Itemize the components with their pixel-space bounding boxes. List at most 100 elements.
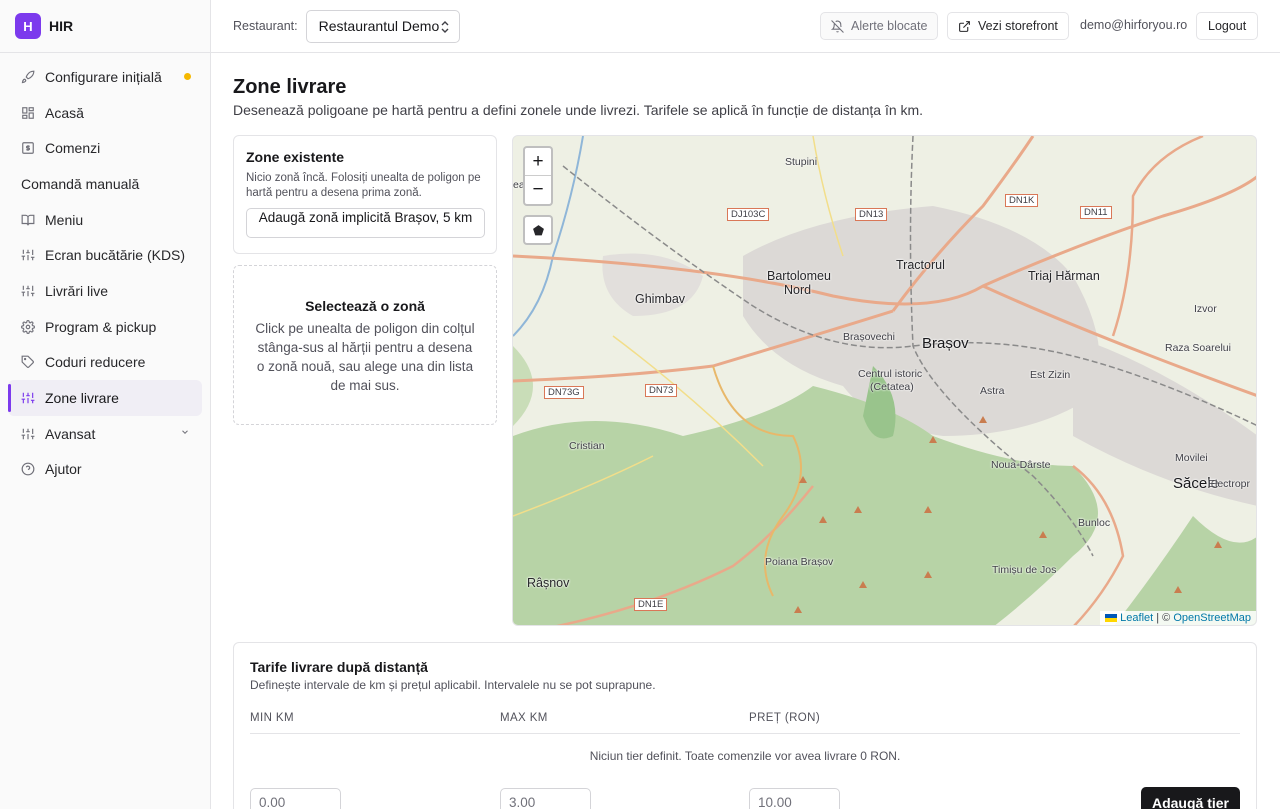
polygon-icon (532, 224, 544, 235)
map-label-cristian: Cristian (569, 440, 605, 452)
bell-off-icon (831, 19, 844, 33)
restaurant-select[interactable]: Restaurantul Demo (305, 9, 460, 43)
delivery-map[interactable]: Stupini Tractorul Bartolomeu Nord Triaj … (512, 135, 1257, 626)
attribution-separator: | © (1156, 612, 1171, 624)
sidebar-item-zone-livrare[interactable]: Zone livrare (8, 380, 202, 416)
map-label-movilei: Movilei (1175, 452, 1208, 464)
sidebar-item-program[interactable]: Program & pickup (8, 309, 202, 345)
map-label-brasov: Brașov (922, 335, 969, 352)
sidebar-item-configurare[interactable]: Configurare inițială (8, 59, 202, 95)
map-zoom-control: + − (523, 146, 553, 206)
ukraine-flag-icon (1105, 614, 1118, 623)
sidebar-item-coduri[interactable]: Coduri reducere (8, 345, 202, 381)
map-label-poiana-brasov: Poiana Brașov (765, 556, 834, 568)
brand: H HIR (0, 0, 210, 53)
sidebar-item-label: Meniu (45, 211, 84, 228)
restaurant-label: Restaurant: (233, 19, 298, 33)
map-label-nord: Nord (784, 283, 812, 297)
map-label-astra: Astra (980, 385, 1005, 397)
storefront-button[interactable]: Vezi storefront (947, 12, 1069, 40)
chevron-down-icon[interactable] (180, 427, 190, 440)
existing-zones-title: Zone existente (246, 149, 345, 165)
sidebar-item-kds[interactable]: Ecran bucătărie (KDS) (8, 237, 202, 273)
alerts-blocked-button[interactable]: Alerte blocate (820, 12, 939, 40)
map-label-bartolomeu: Bartolomeu (767, 269, 831, 283)
sidebar-item-label: Livrări live (45, 282, 109, 299)
map-label-centrul-istoric: Centrul istoric (858, 368, 923, 380)
logout-button[interactable]: Logout (1196, 12, 1259, 40)
sliders-icon (21, 427, 35, 441)
zoom-in-button[interactable]: + (525, 148, 551, 176)
sidebar-item-label: Acasă (45, 104, 84, 121)
min-km-input[interactable]: 0.00 (250, 788, 341, 809)
sliders-icon (21, 248, 35, 262)
map-label-stupini: Stupini (785, 156, 818, 168)
tariffs-table-header: MIN KM MAX KM PREȚ (RON) (250, 712, 1240, 734)
grid-icon (21, 106, 35, 120)
sidebar-item-comenzi[interactable]: Comenzi (8, 130, 202, 166)
restaurant-select-value: Restaurantul Demo (318, 18, 440, 34)
existing-zones-card: Zone existente Nicio zonă încă. Folosiți… (233, 135, 497, 254)
sliders-icon (21, 284, 35, 298)
sidebar-item-label: Zone livrare (45, 390, 119, 407)
user-email: demo@hirforyou.ro (1080, 18, 1188, 32)
book-icon (21, 213, 35, 227)
map-label-brasovechi: Brașovechi (843, 331, 895, 343)
sidebar-nav: Configurare inițială Acasă Comenzi Coman… (0, 53, 210, 487)
map-label-rasnov: Râșnov (527, 576, 570, 590)
sidebar-item-avansat[interactable]: Avansat (8, 416, 202, 452)
add-default-zone-button[interactable]: Adaugă zonă implicită Brașov, 5 km (246, 208, 485, 238)
sidebar-item-label: Ajutor (45, 461, 82, 478)
brand-logo: H (15, 13, 41, 39)
column-max-km: MAX KM (500, 712, 548, 724)
alerts-blocked-label: Alerte blocate (851, 19, 928, 33)
sidebar-item-label: Coduri reducere (45, 354, 146, 371)
map-label-ghimbav: Ghimbav (635, 292, 686, 306)
page-title: Zone livrare (233, 76, 347, 98)
sidebar-item-ajutor[interactable]: Ajutor (8, 452, 202, 488)
select-zone-title: Selectează o zonă (305, 298, 425, 314)
tariffs-title: Tarife livrare după distanță (250, 659, 428, 675)
road-label-dj103c: DJ103C (727, 208, 770, 221)
page-description: Desenează poligoane pe hartă pentru a de… (233, 102, 924, 118)
gear-icon (21, 319, 35, 334)
setup-indicator-dot (184, 73, 191, 81)
zoom-out-button[interactable]: − (525, 176, 551, 204)
map-label-izvor: Izvor (1194, 303, 1217, 315)
add-tier-button[interactable]: Adaugă tier (1140, 787, 1240, 809)
map-label-cetatea: (Cetatea) (870, 381, 914, 393)
map-label-timisu-de-jos: Timișu de Jos (992, 564, 1057, 576)
rocket-icon (21, 70, 35, 84)
receipt-icon (21, 141, 35, 155)
top-header: Restaurant: Restaurantul Demo Alerte blo… (211, 0, 1280, 53)
storefront-label: Vezi storefront (978, 19, 1058, 33)
sidebar-item-label: Program & pickup (45, 318, 157, 335)
select-caret-icon (441, 20, 449, 33)
map-attribution: Leaflet | © OpenStreetMap (1100, 611, 1256, 625)
column-min-km: MIN KM (250, 712, 294, 724)
tariffs-empty-text: Niciun tier definit. Toate comenzile vor… (589, 749, 901, 763)
road-label-dn11: DN11 (1080, 206, 1112, 219)
price-input[interactable]: 10.00 (749, 788, 840, 809)
existing-zones-empty-text: Nicio zonă încă. Folosiți unealta de pol… (246, 172, 481, 199)
road-label-dn73g: DN73G (544, 386, 584, 399)
sidebar-item-meniu[interactable]: Meniu (8, 202, 202, 238)
sidebar-item-label: Ecran bucătărie (KDS) (45, 247, 186, 264)
sidebar-item-livrari-live[interactable]: Livrări live (8, 273, 202, 309)
sidebar-item-acasa[interactable]: Acasă (8, 95, 202, 131)
map-label-raza-soarelui: Raza Soarelui (1165, 342, 1231, 354)
map-label-electroprecizia: Electropr (1208, 478, 1251, 490)
sliders-icon (21, 391, 35, 405)
road-label-dn1k: DN1K (1005, 194, 1039, 207)
select-zone-text: Click pe unealta de poligon din colțul s… (255, 321, 475, 393)
draw-polygon-button[interactable] (523, 215, 553, 245)
max-km-input[interactable]: 3.00 (500, 788, 591, 809)
map-label-noua-darste: Noua-Dârste (991, 459, 1051, 471)
leaflet-link[interactable]: Leaflet (1120, 612, 1153, 624)
map-label-est-zizin: Est Zizin (1030, 369, 1071, 381)
external-link-icon (959, 20, 970, 32)
openstreetmap-link[interactable]: OpenStreetMap (1173, 612, 1251, 624)
sidebar-item-label: Comenzi (45, 140, 101, 157)
sidebar-item-comanda-manuala[interactable]: Comandă manuală (8, 166, 202, 202)
sidebar: H HIR Configurare inițială Acasă Comenzi… (0, 0, 211, 809)
